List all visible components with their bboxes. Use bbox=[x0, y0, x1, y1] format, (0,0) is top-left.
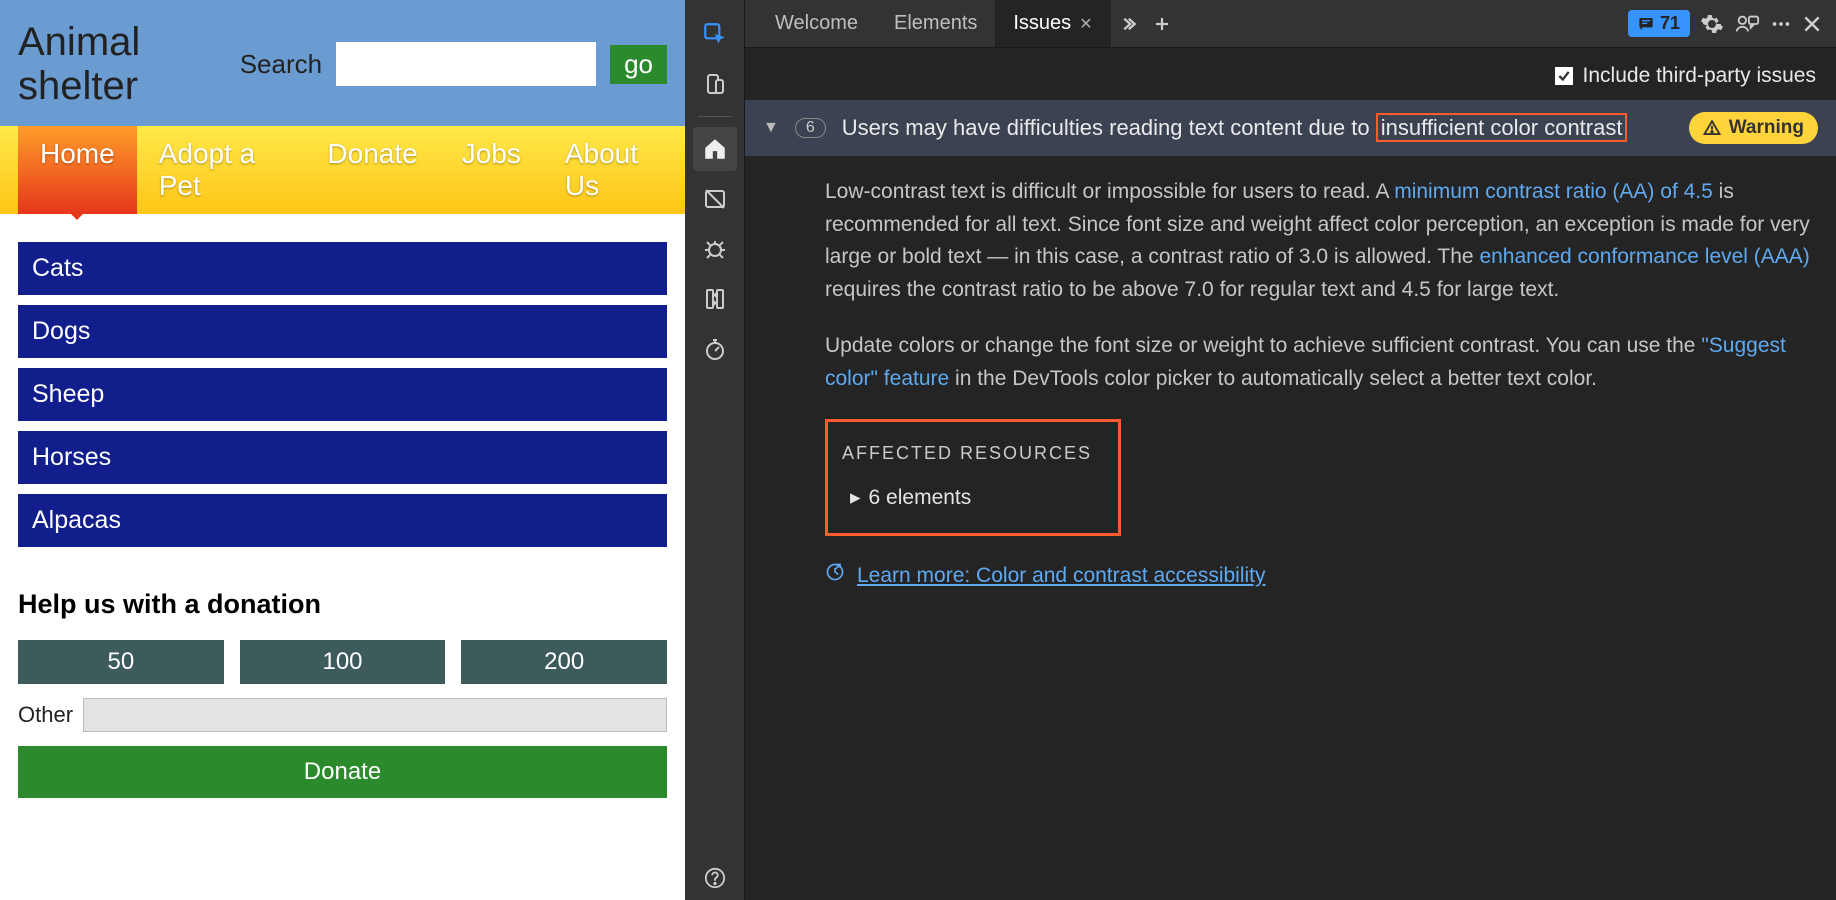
tabs-right: 71 bbox=[1628, 10, 1836, 37]
tabs-bar: Welcome Elements Issues ✕ 71 bbox=[745, 0, 1836, 48]
warning-label: Warning bbox=[1729, 117, 1804, 139]
search-form: Search go bbox=[240, 42, 667, 86]
issues-count-badge[interactable]: 71 bbox=[1628, 10, 1690, 37]
link-contrast-aaa[interactable]: enhanced conformance level (AAA) bbox=[1479, 245, 1809, 268]
amount-100[interactable]: 100 bbox=[240, 640, 446, 684]
warning-badge: Warning bbox=[1689, 112, 1818, 144]
bug-icon[interactable] bbox=[693, 227, 737, 271]
category-sheep[interactable]: Sheep bbox=[18, 368, 667, 421]
issues-count: 71 bbox=[1660, 13, 1680, 34]
inspect-icon[interactable] bbox=[693, 12, 737, 56]
issue-title: Users may have difficulties reading text… bbox=[842, 113, 1673, 143]
issue-count-pill: 6 bbox=[795, 118, 826, 138]
category-alpacas[interactable]: Alpacas bbox=[18, 494, 667, 547]
nav-about[interactable]: About Us bbox=[543, 126, 685, 214]
device-icon[interactable] bbox=[693, 62, 737, 106]
more-tabs-icon[interactable] bbox=[1111, 7, 1145, 41]
nav-home[interactable]: Home bbox=[18, 126, 137, 214]
feedback-icon[interactable] bbox=[1734, 12, 1760, 36]
donation-heading: Help us with a donation bbox=[18, 589, 667, 620]
chevron-down-icon[interactable]: ▼ bbox=[763, 119, 779, 137]
search-label: Search bbox=[240, 49, 322, 80]
donate-button[interactable]: Donate bbox=[18, 746, 667, 798]
affected-elements-count: 6 elements bbox=[869, 482, 972, 515]
nav-adopt[interactable]: Adopt a Pet bbox=[137, 126, 306, 214]
other-amount-input[interactable] bbox=[83, 698, 667, 732]
issue-body: Low-contrast text is difficult or imposs… bbox=[745, 156, 1836, 900]
learn-more-row: Learn more: Color and contrast accessibi… bbox=[825, 560, 1810, 593]
include-third-party-label: Include third-party issues bbox=[1583, 64, 1816, 88]
more-icon[interactable] bbox=[1770, 13, 1792, 35]
chevron-right-icon: ▸ bbox=[850, 482, 861, 515]
category-horses[interactable]: Horses bbox=[18, 431, 667, 484]
affected-resources-box: AFFECTED RESOURCES ▸ 6 elements bbox=[825, 419, 1121, 535]
issue-header[interactable]: ▼ 6 Users may have difficulties reading … bbox=[745, 100, 1836, 156]
page-content: Cats Dogs Sheep Horses Alpacas Help us w… bbox=[0, 214, 685, 816]
devtools-main: Welcome Elements Issues ✕ 71 bbox=[745, 0, 1836, 900]
issue-title-pre: Users may have difficulties reading text… bbox=[842, 115, 1376, 140]
learn-more-link[interactable]: Learn more: Color and contrast accessibi… bbox=[857, 560, 1266, 593]
help-icon[interactable] bbox=[693, 856, 737, 900]
search-input[interactable] bbox=[336, 42, 596, 86]
image-disabled-icon[interactable] bbox=[693, 177, 737, 221]
include-third-party-checkbox[interactable] bbox=[1555, 67, 1573, 85]
performance-icon[interactable] bbox=[693, 327, 737, 371]
close-icon[interactable]: ✕ bbox=[1079, 14, 1092, 34]
amount-50[interactable]: 50 bbox=[18, 640, 224, 684]
activity-divider bbox=[698, 116, 732, 117]
filter-row: Include third-party issues bbox=[745, 48, 1836, 100]
issue-title-highlight: insufficient color contrast bbox=[1376, 113, 1628, 142]
site-header: Animal shelter Search go bbox=[0, 0, 685, 126]
go-button[interactable]: go bbox=[610, 45, 667, 84]
other-amount-row: Other bbox=[18, 698, 667, 732]
category-list: Cats Dogs Sheep Horses Alpacas bbox=[18, 242, 667, 547]
site-title: Animal shelter bbox=[18, 20, 240, 108]
donation-amounts: 50 100 200 bbox=[18, 640, 667, 684]
activity-bar bbox=[685, 0, 745, 900]
tab-welcome[interactable]: Welcome bbox=[757, 0, 876, 47]
network-icon[interactable] bbox=[693, 277, 737, 321]
main-nav: Home Adopt a Pet Donate Jobs About Us bbox=[0, 126, 685, 214]
nav-jobs[interactable]: Jobs bbox=[440, 126, 543, 214]
devtools-pane: Welcome Elements Issues ✕ 71 bbox=[685, 0, 1836, 900]
website-pane: Animal shelter Search go Home Adopt a Pe… bbox=[0, 0, 685, 900]
category-dogs[interactable]: Dogs bbox=[18, 305, 667, 358]
tab-issues[interactable]: Issues ✕ bbox=[995, 0, 1110, 47]
issue-paragraph-2: Update colors or change the font size or… bbox=[825, 330, 1810, 395]
issue-paragraph-1: Low-contrast text is difficult or imposs… bbox=[825, 176, 1810, 306]
warning-icon bbox=[1703, 119, 1721, 137]
tab-elements[interactable]: Elements bbox=[876, 0, 995, 47]
other-label: Other bbox=[18, 702, 73, 728]
external-link-icon bbox=[825, 560, 845, 593]
gear-icon[interactable] bbox=[1700, 12, 1724, 36]
new-tab-icon[interactable] bbox=[1145, 7, 1179, 41]
affected-elements-toggle[interactable]: ▸ 6 elements bbox=[842, 482, 1092, 515]
nav-donate[interactable]: Donate bbox=[305, 126, 439, 214]
category-cats[interactable]: Cats bbox=[18, 242, 667, 295]
amount-200[interactable]: 200 bbox=[461, 640, 667, 684]
tab-issues-label: Issues bbox=[1013, 12, 1071, 35]
link-contrast-aa[interactable]: minimum contrast ratio (AA) of 4.5 bbox=[1394, 180, 1713, 203]
affected-resources-label: AFFECTED RESOURCES bbox=[842, 440, 1092, 468]
close-devtools-icon[interactable] bbox=[1802, 14, 1822, 34]
home-icon[interactable] bbox=[693, 127, 737, 171]
